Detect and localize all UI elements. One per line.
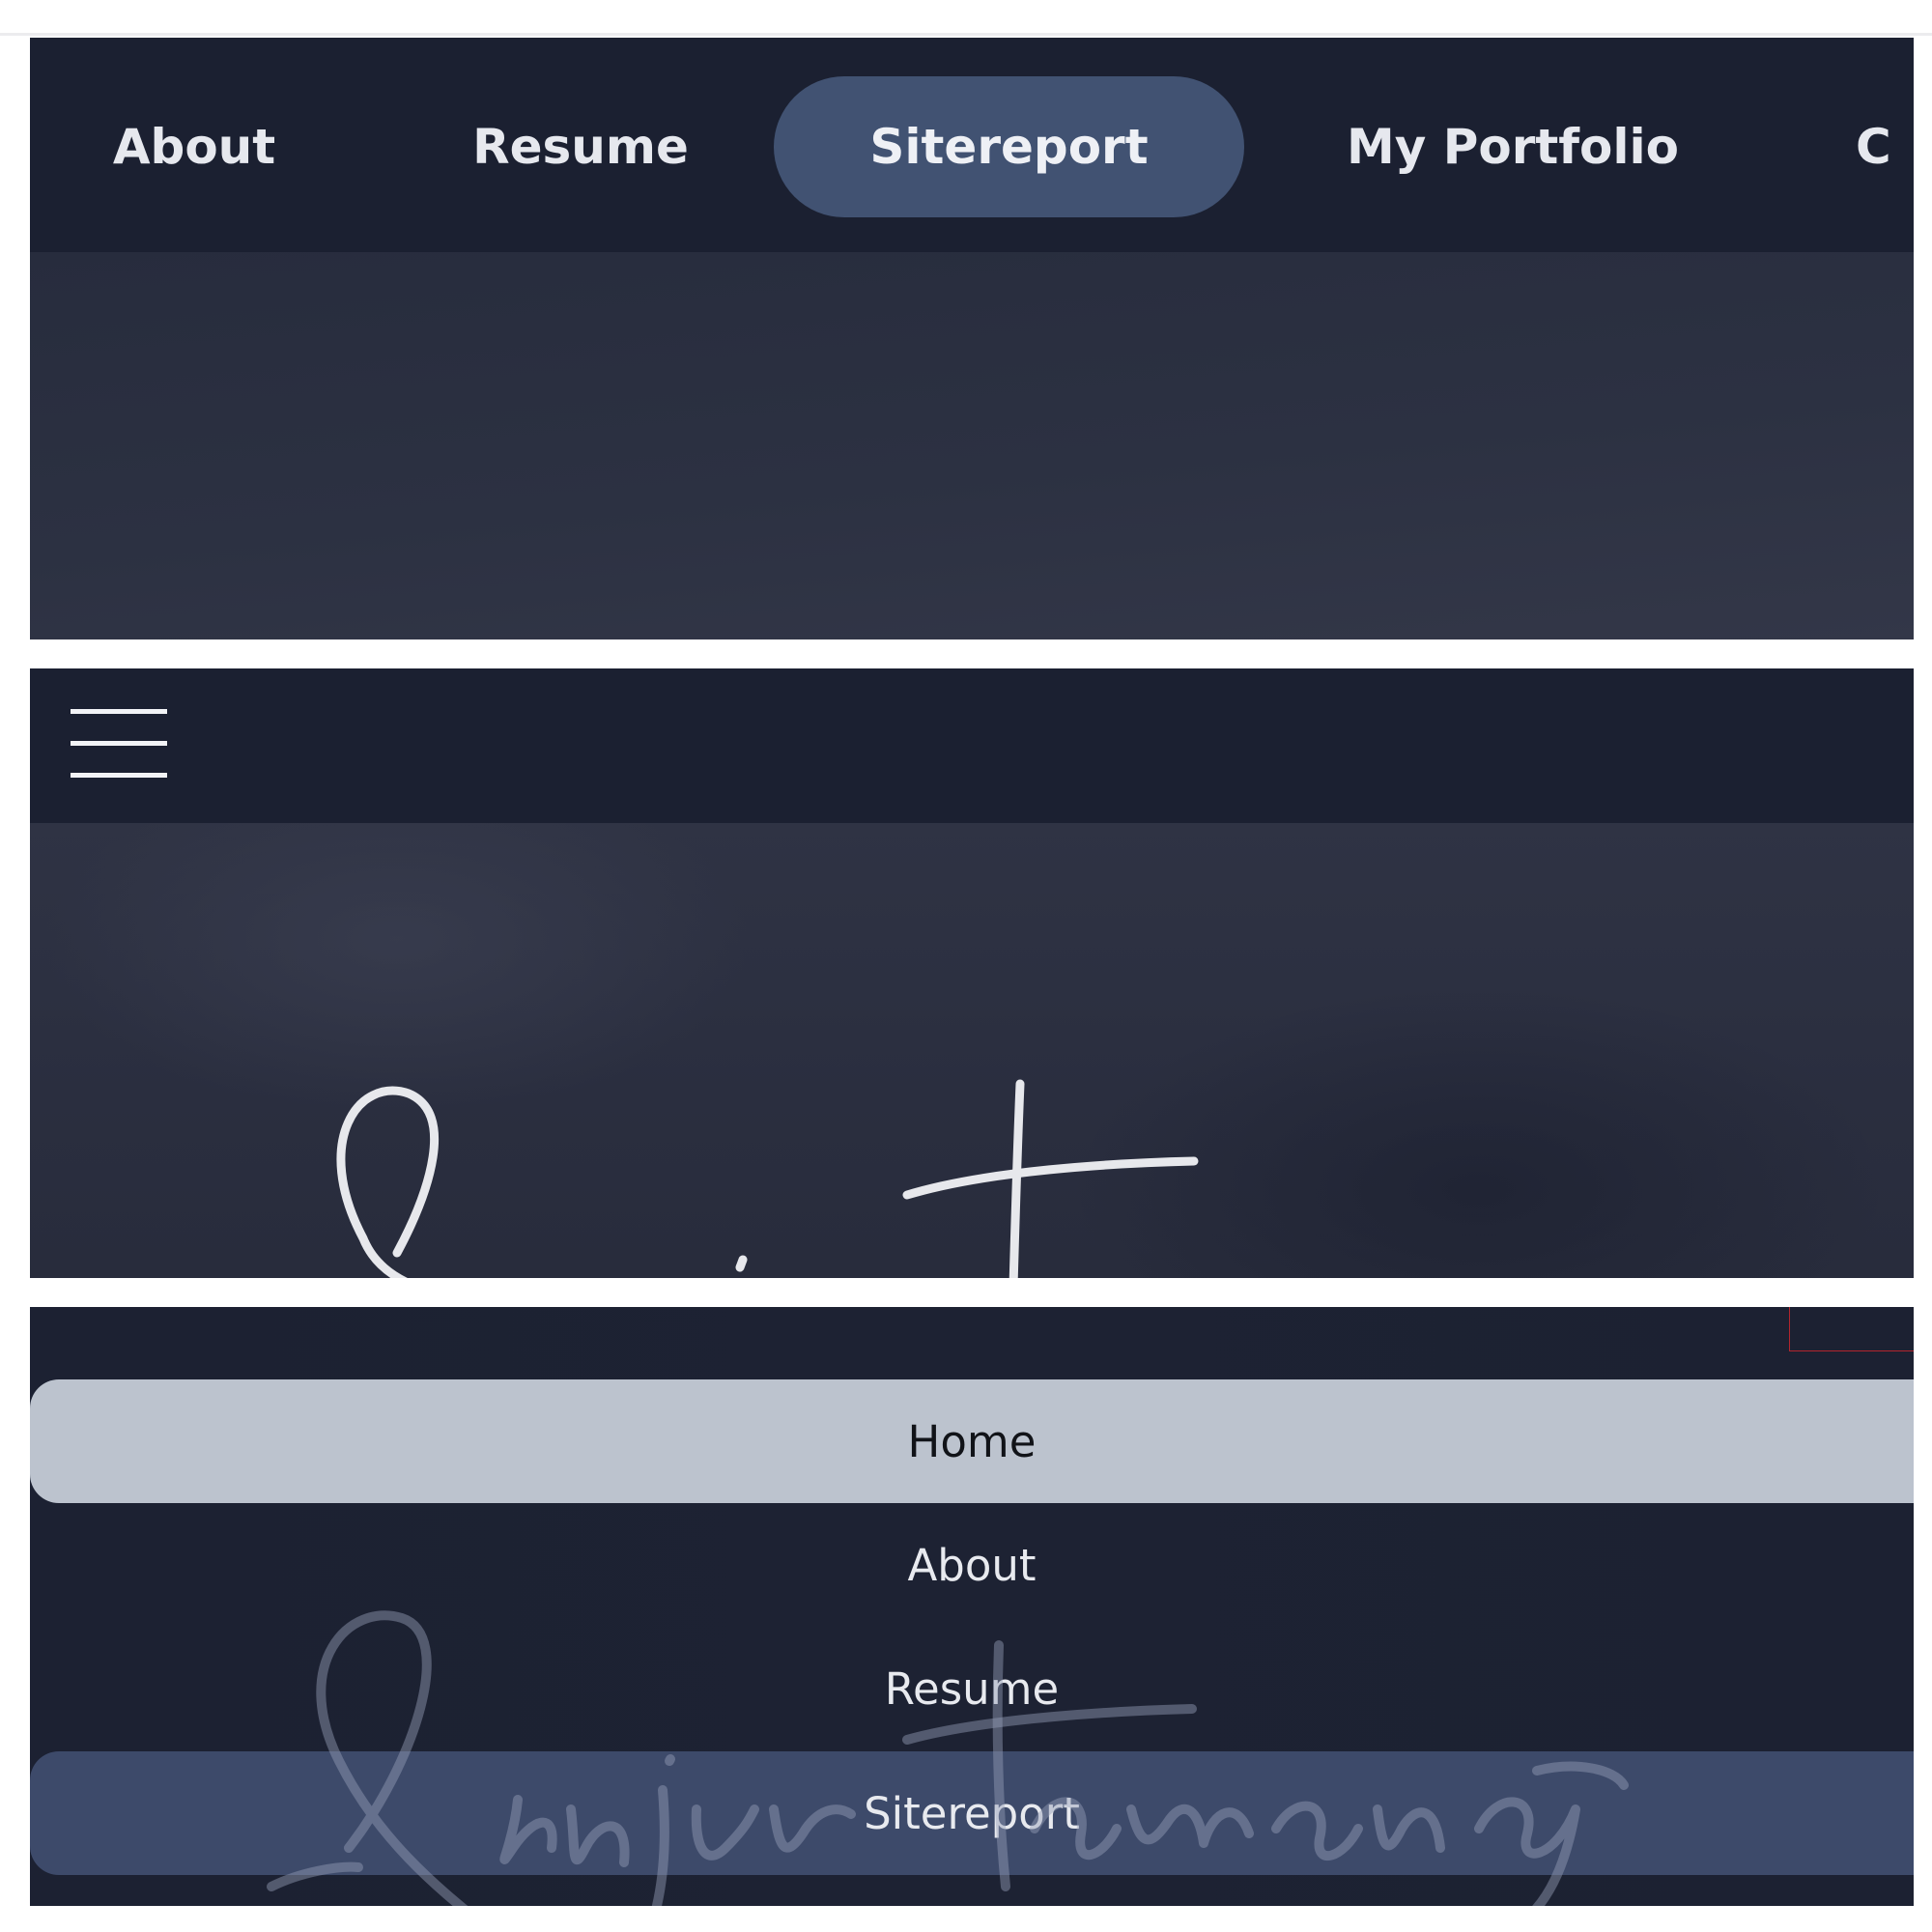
mobile-view-panel xyxy=(30,668,1914,1278)
focus-outline-box xyxy=(1789,1307,1914,1351)
desktop-view-panel: About Resume Sitereport My Portfolio C xyxy=(30,38,1914,639)
mobile-menu-item-about[interactable]: About xyxy=(30,1503,1914,1627)
hero-background xyxy=(30,252,1914,639)
mobile-navbar xyxy=(30,668,1914,823)
mobile-menu-item-home[interactable]: Home xyxy=(30,1379,1914,1503)
mobile-menu-item-resume[interactable]: Resume xyxy=(30,1627,1914,1750)
nav-item-resume[interactable]: Resume xyxy=(436,76,725,217)
mobile-menu-item-sitereport[interactable]: Sitereport xyxy=(30,1751,1914,1875)
signature-logo-partial xyxy=(336,1079,1199,1278)
mobile-menu-panel: Home About Resume Sitereport xyxy=(30,1307,1914,1906)
screenshot-page: About Resume Sitereport My Portfolio C H… xyxy=(0,0,1932,1932)
nav-item-about[interactable]: About xyxy=(83,76,305,217)
nav-item-sitereport[interactable]: Sitereport xyxy=(774,76,1244,217)
nav-item-contact[interactable]: C xyxy=(1856,76,1914,217)
hamburger-menu-icon[interactable] xyxy=(71,705,167,782)
nav-item-my-portfolio[interactable]: My Portfolio xyxy=(1315,76,1711,217)
hero-background-clouds xyxy=(30,823,1914,1278)
top-divider xyxy=(0,33,1932,36)
desktop-navbar: About Resume Sitereport My Portfolio C xyxy=(30,38,1914,252)
